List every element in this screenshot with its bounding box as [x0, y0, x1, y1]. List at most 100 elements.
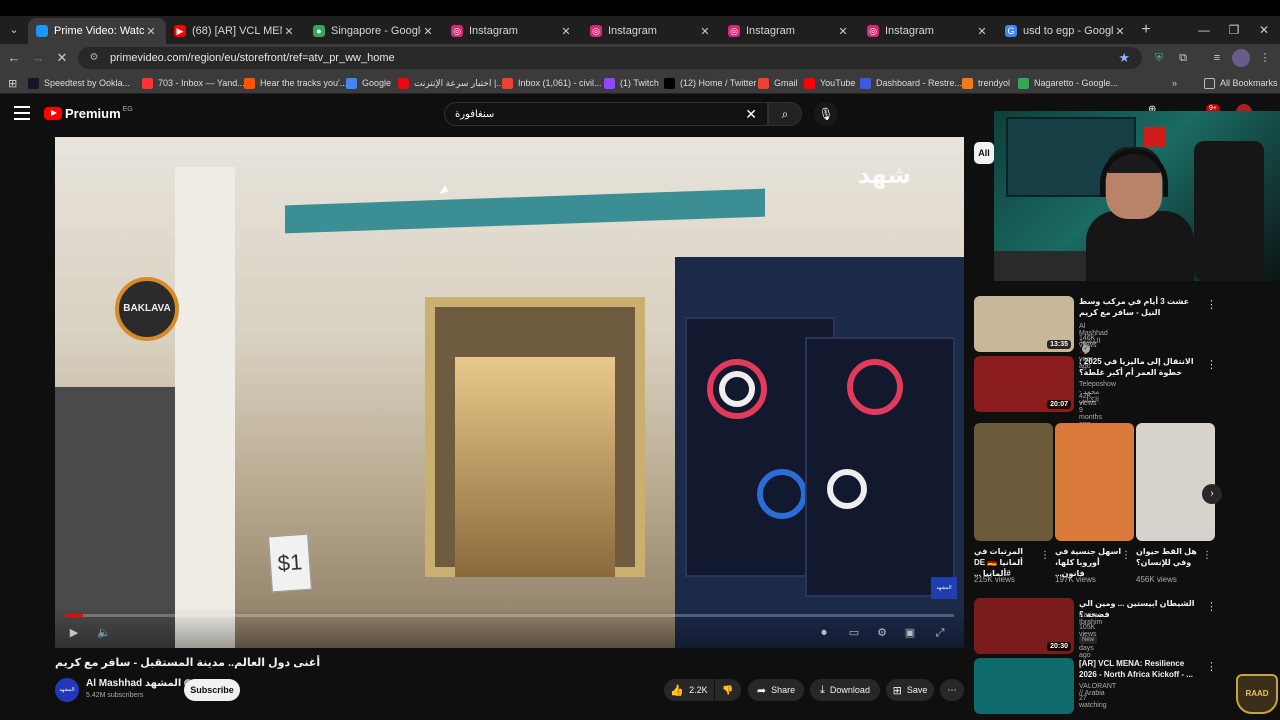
video-thumbnail[interactable]: 20:30: [974, 598, 1074, 654]
more-vertical-icon[interactable]: ⋮: [1206, 600, 1217, 613]
more-vertical-icon[interactable]: ⋮: [1206, 660, 1217, 673]
loading-spinner-icon[interactable]: ✕: [52, 48, 72, 68]
raad-logo-text: RAAD: [1236, 674, 1278, 714]
bookmark-item[interactable]: Inbox (1,061) - civil...: [502, 75, 602, 91]
browser-tab[interactable]: ● Singapore - Google Maps✕: [305, 18, 443, 44]
bookmark-item[interactable]: (12) Home / Twitter: [664, 75, 756, 91]
tab-close-icon[interactable]: ✕: [1113, 25, 1127, 38]
channel-branding-badge[interactable]: المشهد: [931, 577, 957, 599]
browser-tab[interactable]: ◎ Instagram ✕: [859, 18, 997, 44]
shield-extension-icon[interactable]: ⛨: [1150, 49, 1168, 67]
video-thumbnail[interactable]: 13:35: [974, 296, 1074, 352]
guide-menu-icon[interactable]: [14, 106, 30, 120]
miniplayer-icon[interactable]: ▣: [901, 624, 919, 642]
more-vertical-icon[interactable]: ⋮: [1121, 550, 1131, 561]
browser-menu-icon[interactable]: ⋮: [1256, 49, 1274, 67]
bookmark-item[interactable]: Dashboard - Restre...: [860, 75, 962, 91]
short-title[interactable]: هل القط حيوان وفي للإنسان؟: [1136, 546, 1206, 568]
bookmark-star-icon[interactable]: ★: [1118, 50, 1130, 66]
autoplay-toggle-icon[interactable]: ⏺: [815, 624, 833, 642]
tab-close-icon[interactable]: ✕: [975, 25, 989, 38]
bookmark-item[interactable]: (1) Twitch: [604, 75, 659, 91]
more-bookmarks-icon[interactable]: »: [1172, 75, 1177, 91]
tab-close-icon[interactable]: ✕: [421, 25, 435, 38]
bookmark-item[interactable]: trendyol: [962, 75, 1010, 91]
browser-tab[interactable]: ◎ Instagram ✕: [443, 18, 581, 44]
address-bar[interactable]: ⚙ primevideo.com/region/eu/storefront/re…: [78, 47, 1142, 69]
video-title[interactable]: الانتقال إلى ماليزيا في 2025 : خطوة العم…: [1079, 356, 1203, 378]
video-thumbnail[interactable]: [974, 658, 1074, 714]
youtube-premium-logo[interactable]: Premium EG: [44, 106, 133, 121]
dislike-button[interactable]: 👎: [715, 679, 741, 701]
bookmark-item[interactable]: Gmail: [758, 75, 798, 91]
more-vertical-icon[interactable]: ⋮: [1206, 298, 1217, 311]
apps-grid-icon[interactable]: ⊞: [8, 75, 17, 91]
restore-icon[interactable]: ❐: [1224, 20, 1244, 40]
more-vertical-icon[interactable]: ⋮: [1040, 550, 1050, 561]
bookmark-item[interactable]: Hear the tracks you'...: [244, 75, 347, 91]
video-player[interactable]: BAKLAVA $1 شهد المشهد ▶ 🔈 ⏺ ▭ ⚙ ▣ ⤢: [55, 137, 964, 648]
browser-tab[interactable]: ◎ Instagram ✕: [720, 18, 858, 44]
bookmark-item[interactable]: 703 - Inbox — Yand...: [142, 75, 245, 91]
fullscreen-icon[interactable]: ⤢: [931, 624, 949, 642]
browser-tab[interactable]: Prime Video: Watch movi✕: [28, 18, 166, 44]
short-thumbnail[interactable]: [1136, 423, 1215, 541]
new-tab-button[interactable]: +: [1136, 20, 1156, 40]
bookmark-item[interactable]: Nagaretto - Google...: [1018, 75, 1118, 91]
close-window-icon[interactable]: ✕: [1254, 20, 1274, 40]
bookmark-item[interactable]: Speedtest by Ookla...: [28, 75, 130, 91]
browser-tab[interactable]: ▶ (68) [AR] VCL MENA: Resi✕: [166, 18, 304, 44]
bookmark-item[interactable]: اختبار سرعة الإنترنت |...: [398, 75, 504, 91]
shorts-next-icon[interactable]: ›: [1202, 484, 1222, 504]
video-title[interactable]: عشت 3 أيام في مركب وسط النيل - سافر مع ك…: [1079, 296, 1203, 318]
bookmark-label: اختبار سرعة الإنترنت |...: [414, 77, 504, 88]
play-icon[interactable]: ▶: [65, 624, 83, 642]
video-thumbnail[interactable]: 20:07: [974, 356, 1074, 412]
clear-search-icon[interactable]: ✕: [745, 106, 757, 123]
volume-icon[interactable]: 🔈: [95, 624, 113, 642]
chip-all[interactable]: All: [974, 142, 994, 164]
tab-close-icon[interactable]: ✕: [559, 25, 573, 38]
all-bookmarks[interactable]: All Bookmarks: [1204, 75, 1278, 91]
bookmark-item[interactable]: Google: [346, 75, 391, 91]
channel-name[interactable]: Al Mashhad المشهد✓: [86, 678, 193, 689]
minimize-icon[interactable]: —: [1194, 20, 1214, 40]
tab-search-dropdown-icon[interactable]: ⌄: [4, 20, 24, 40]
browser-tab[interactable]: ◎ Instagram ✕: [582, 18, 720, 44]
search-button[interactable]: ⌕: [768, 102, 802, 126]
search-input[interactable]: سنغافورة ✕: [444, 102, 768, 126]
tab-close-icon[interactable]: ✕: [282, 25, 296, 38]
more-vertical-icon[interactable]: ⋮: [1206, 358, 1217, 371]
bookmark-label: (1) Twitch: [620, 78, 659, 88]
channel-avatar[interactable]: المشهد: [55, 678, 79, 702]
tab-close-icon[interactable]: ✕: [144, 25, 158, 38]
channel-name-text[interactable]: Al Mashhad المشهد: [86, 678, 181, 689]
forward-icon[interactable]: →: [28, 48, 48, 68]
site-info-icon[interactable]: ⚙: [88, 52, 100, 64]
media-controls-icon[interactable]: ≡: [1208, 49, 1226, 67]
tab-close-icon[interactable]: ✕: [836, 25, 850, 38]
subtitles-icon[interactable]: ▭: [845, 624, 863, 642]
back-icon[interactable]: ←: [4, 48, 24, 68]
bookmark-item[interactable]: YouTube: [804, 75, 855, 91]
save-button[interactable]: ⊞ Save: [886, 679, 934, 701]
search-query-text[interactable]: سنغافورة: [455, 109, 745, 120]
share-button[interactable]: ➦ Share: [748, 679, 804, 701]
short-thumbnail[interactable]: [974, 423, 1053, 541]
bookmark-favicon-icon: [758, 77, 769, 89]
progress-bar[interactable]: [65, 614, 954, 617]
profile-avatar[interactable]: [1232, 49, 1250, 67]
more-actions-button[interactable]: ⋯: [940, 679, 964, 701]
url-text[interactable]: primevideo.com/region/eu/storefront/ref=…: [110, 52, 395, 64]
settings-gear-icon[interactable]: ⚙: [873, 624, 891, 642]
video-title[interactable]: [AR] VCL MENA: Resilience 2026 - North A…: [1079, 658, 1203, 680]
browser-tab[interactable]: Gusd to egp - Google Sear✕: [997, 18, 1135, 44]
voice-search-button[interactable]: 🎙: [814, 102, 838, 126]
download-button[interactable]: ⤓ Download: [810, 679, 880, 701]
extensions-puzzle-icon[interactable]: ⧉: [1174, 49, 1192, 67]
tab-close-icon[interactable]: ✕: [698, 25, 712, 38]
short-thumbnail[interactable]: [1055, 423, 1134, 541]
subscribe-button[interactable]: Subscribe: [184, 679, 240, 701]
like-button[interactable]: 👍 2.2K: [664, 679, 714, 701]
more-vertical-icon[interactable]: ⋮: [1202, 550, 1212, 561]
